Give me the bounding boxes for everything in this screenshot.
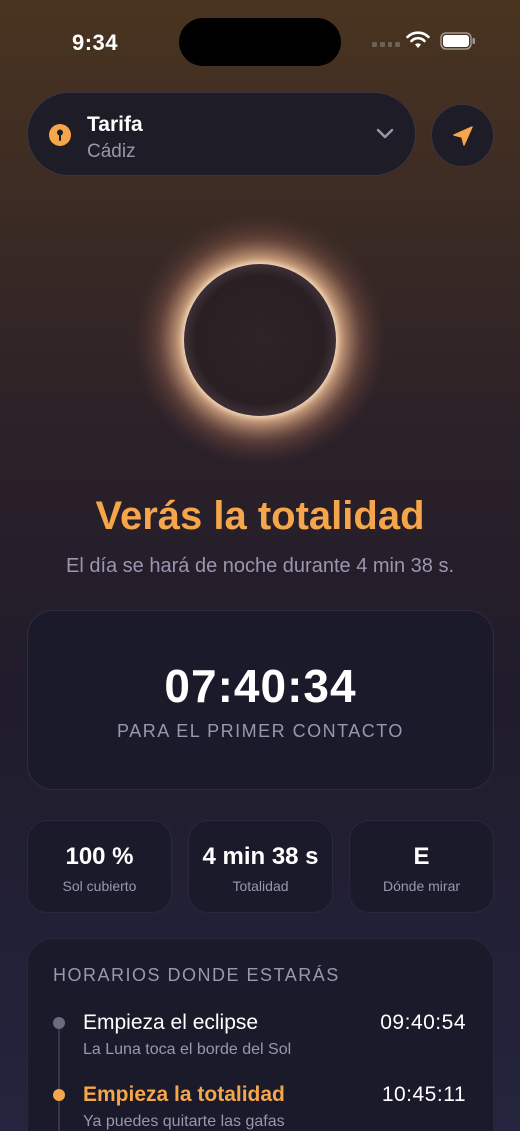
status-time: 9:34 [72,30,119,55]
timeline-dot-active [53,1089,65,1101]
battery-icon [440,32,475,50]
stat-totality: 4 min 38 s Totalidad [188,820,333,913]
visibility-headline: Verás la totalidad [95,494,425,538]
location-pin-icon [49,124,71,146]
stat-value: E [413,843,430,870]
stat-value: 4 min 38 s [202,843,319,870]
stat-value: 100 % [65,843,134,870]
stat-look-direction: E Dónde mirar [349,820,494,913]
schedule-card: HORARIOS DONDE ESTARÁS Empieza el eclips… [27,938,494,1131]
location-name: Tarifa [87,113,143,136]
chevron-down-icon [376,128,394,139]
schedule-title: HORARIOS DONDE ESTARÁS [53,965,340,985]
timeline-dot [53,1017,65,1029]
event-time: 09:40:54 [380,1011,466,1034]
event-title: Empieza la totalidad [83,1083,285,1106]
location-arrow-icon [453,126,473,146]
countdown-card: 07:40:34 PARA EL PRIMER CONTACTO [27,610,494,790]
event-description: Ya puedes quitarte las gafas [83,1113,285,1130]
totality-duration-subtitle: El día se hará de noche durante 4 min 38… [65,555,455,577]
event-description: La Luna toca el borde del Sol [83,1041,292,1058]
location-selector[interactable]: Tarifa Cádiz [27,92,416,176]
dynamic-island [179,18,341,66]
event-time: 10:45:11 [381,1083,466,1106]
location-region: Cádiz [87,141,136,162]
wifi-icon [406,31,430,48]
timeline-event: Empieza el eclipse La Luna toca el borde… [28,1011,493,1071]
countdown-label: PARA EL PRIMER CONTACTO [117,721,404,741]
stat-sun-covered: 100 % Sol cubierto [27,820,172,913]
eclipse-illustration [132,212,388,468]
countdown-timer: 07:40:34 [164,660,357,712]
status-bar: 9:34 [0,0,520,84]
stat-label: Totalidad [232,878,289,894]
current-location-button[interactable] [431,104,494,167]
event-title: Empieza el eclipse [83,1011,259,1034]
stat-label: Sol cubierto [62,878,137,894]
stat-label: Dónde mirar [382,878,461,894]
timeline-event-active: Empieza la totalidad Ya puedes quitarte … [28,1083,493,1131]
cellular-signal-icon [372,40,400,48]
